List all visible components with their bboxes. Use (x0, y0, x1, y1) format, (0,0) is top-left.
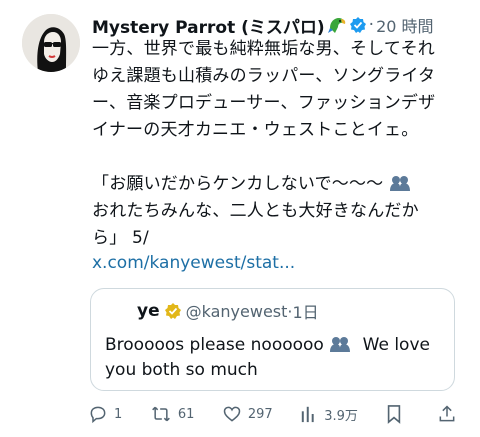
views-chart-icon (302, 406, 314, 423)
like-count: 297 (247, 406, 273, 422)
tweet-timestamp[interactable]: 20 時間 (376, 13, 433, 37)
views-button[interactable]: 3.9万 (300, 404, 358, 424)
repost-button[interactable]: 61 (150, 404, 195, 424)
reply-count: 1 (114, 406, 123, 422)
quoted-handle: @kanyewest (185, 301, 288, 321)
repost-count: 61 (177, 406, 195, 422)
like-button[interactable]: 297 (222, 404, 273, 424)
tweet-text-line: ゆえ課題も山積みのラッパー、ソングライタ (92, 66, 436, 86)
quoted-time: 1日 (292, 303, 319, 322)
quoted-avatar[interactable] (103, 299, 127, 323)
sticker-emoji-icon (329, 335, 351, 353)
quoted-text-line: you both so much (105, 360, 258, 380)
parrot-emoji-icon (327, 16, 347, 34)
bookmark-button[interactable] (385, 404, 409, 424)
quoted-tweet-text: Brooooos please noooooo We love you both… (105, 333, 430, 383)
sticker-emoji-icon (389, 174, 411, 192)
tweet-text-line: ー、音楽プロデューサー、ファッションデザ (92, 93, 436, 113)
action-bar: 1 61 297 3.9万 (88, 402, 463, 426)
quoted-author-name: ye (137, 301, 160, 321)
verified-badge-icon[interactable] (349, 16, 367, 34)
gold-verified-badge-icon (164, 302, 182, 320)
reply-icon (90, 406, 106, 424)
tweet-text-line: 一方、世界で最も純粋無垢な男、そしてそれ (92, 39, 435, 59)
header-separator: · (368, 15, 375, 35)
tweet-text-line: 「お願いだからケンカしないで〜〜〜 (92, 171, 472, 198)
quoted-tweet[interactable]: ye @kanyewest · 1日 Brooooos please noooo… (90, 288, 455, 391)
heart-icon (223, 406, 241, 422)
bookmark-icon (388, 405, 401, 424)
views-count: 3.9万 (324, 408, 358, 424)
quoted-tweet-header: ye @kanyewest · 1日 (103, 299, 319, 323)
quoted-text-line: Brooooos please noooooo We love (105, 335, 430, 355)
tweet-header: Mystery Parrot (ミスパロ) · 20 時間 (92, 13, 480, 38)
avatar[interactable] (22, 14, 80, 72)
share-icon (439, 405, 455, 422)
share-button[interactable] (437, 404, 463, 424)
tweet-text-line: ら」 5/ (92, 228, 149, 248)
tweet-text-line: おれたちみんな、二人とも大好きなんだか (92, 201, 419, 221)
tweet-text-line: イナーの天才カニエ・ウェストことイェ。 (92, 120, 419, 140)
author-name[interactable]: Mystery Parrot (ミスパロ) (92, 13, 325, 38)
tweet-text: 一方、世界で最も純粋無垢な男、そしてそれ ゆえ課題も山積みのラッパー、ソングライ… (92, 36, 472, 252)
tweet-link[interactable]: x.com/kanyewest/stat... (92, 253, 295, 273)
reply-button[interactable]: 1 (88, 404, 122, 424)
repost-icon (151, 406, 170, 422)
